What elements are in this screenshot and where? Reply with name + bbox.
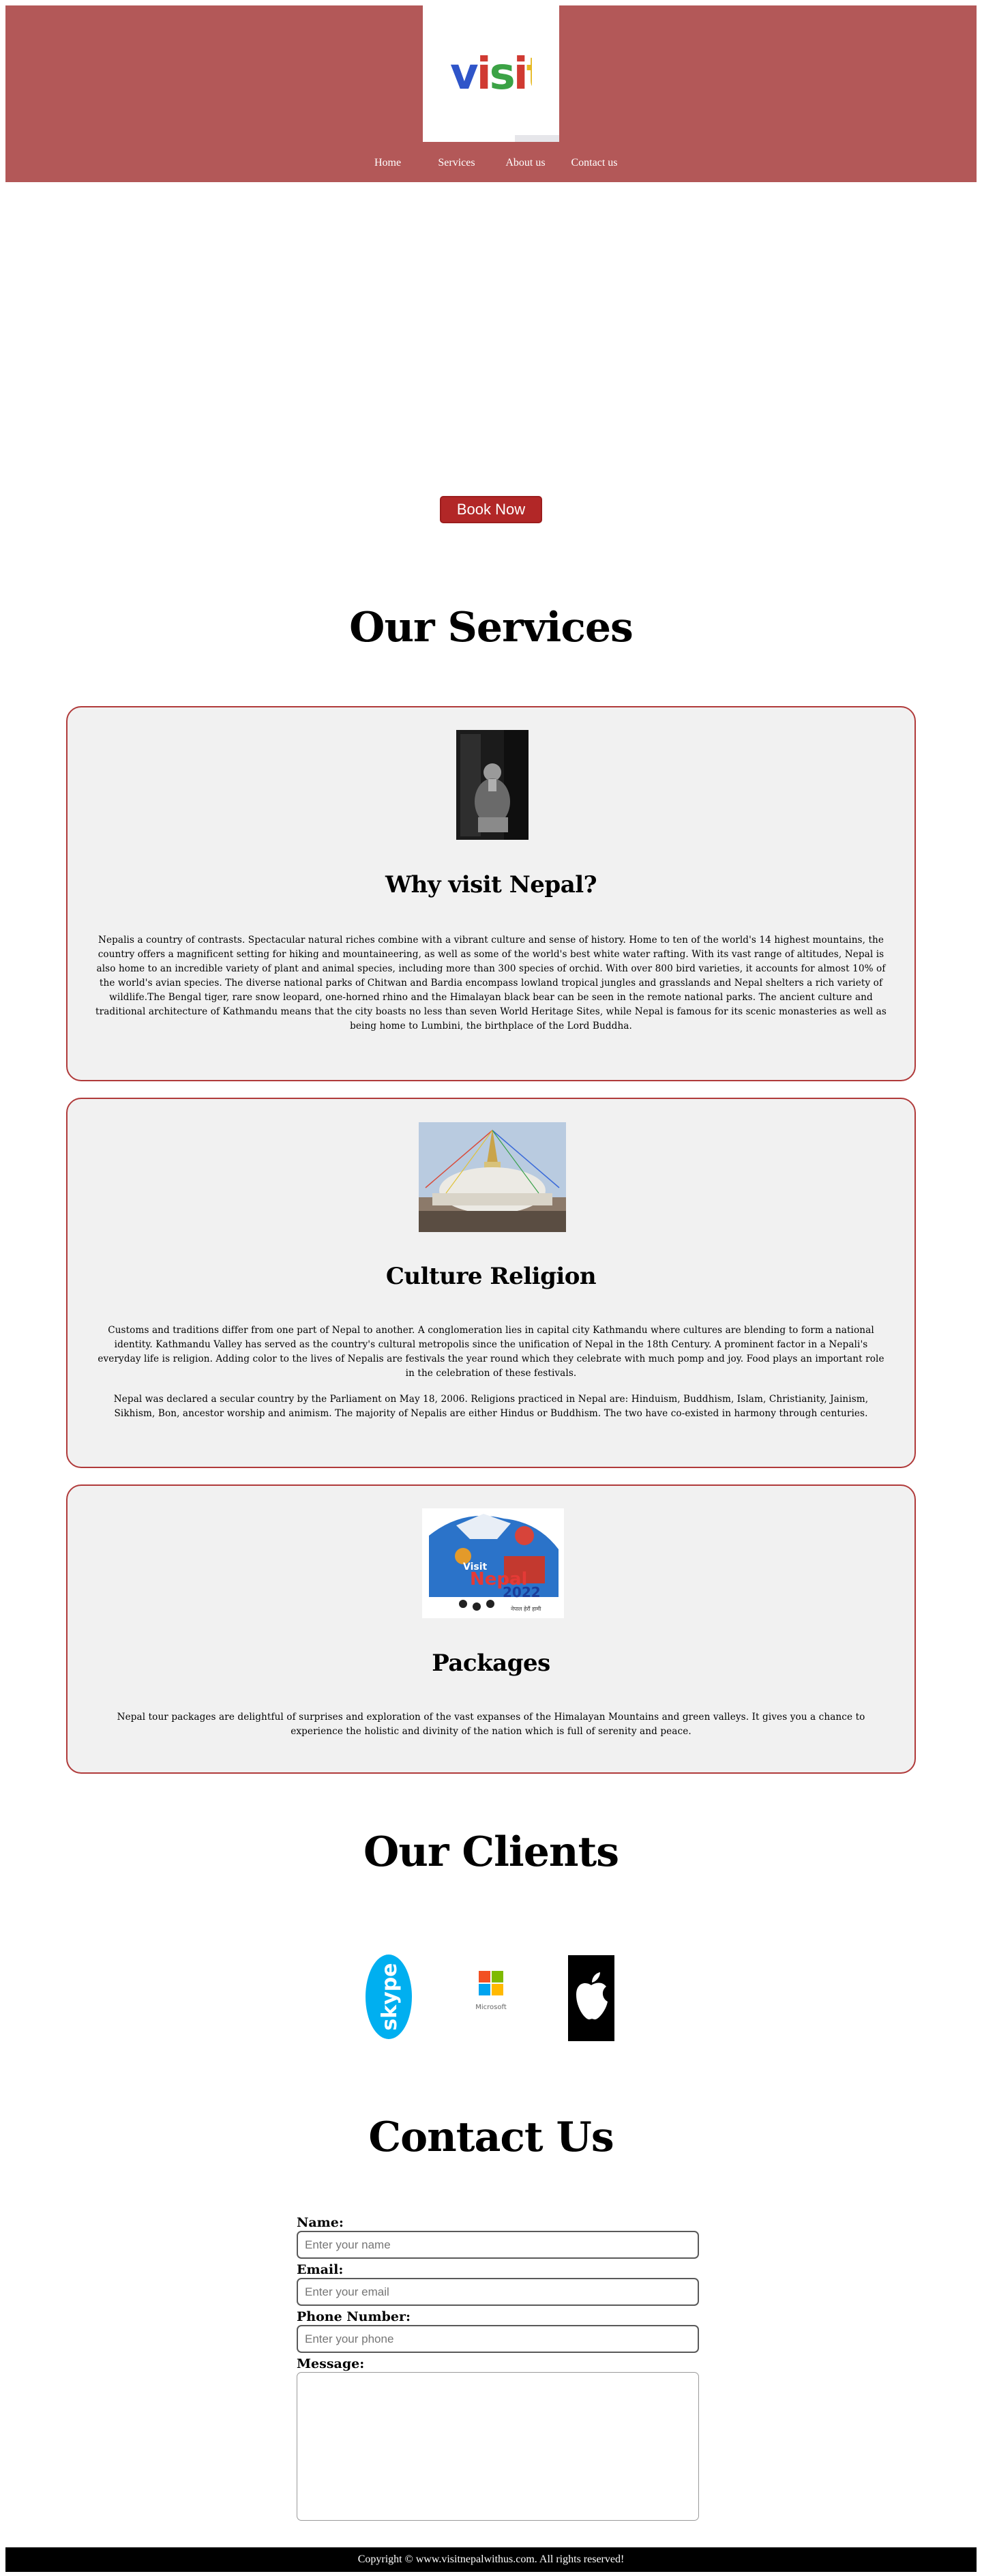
email-label: Email: — [297, 2262, 344, 2277]
visit-logo-icon: visit — [450, 49, 532, 100]
contact-title: Contact Us — [368, 2113, 614, 2161]
card-text: Nepalis a country of contrasts. Spectacu… — [95, 935, 887, 1031]
card-text: Nepal tour packages are delightful of su… — [117, 1712, 865, 1737]
email-input[interactable] — [297, 2278, 699, 2306]
nav-services[interactable]: Services — [422, 157, 491, 173]
card-text-2: Nepal was declared a secular country by … — [113, 1394, 869, 1419]
poster-year-text: 2022 — [503, 1584, 541, 1600]
nav-about-us[interactable]: About us — [491, 157, 560, 173]
svg-text:Microsoft: Microsoft — [475, 2004, 507, 2011]
contact-form: Name: Email: Phone Number: Message: — [297, 2214, 699, 2521]
service-card-culture-religion: Culture Religion Customs and traditions … — [66, 1098, 916, 1468]
main-nav: Home Services About us Contact us — [5, 157, 977, 173]
name-input[interactable] — [297, 2231, 699, 2259]
sadhu-photo — [456, 730, 529, 840]
poster-tagline-text: नेपाल हेरौं हामी — [511, 1605, 541, 1612]
book-now-button[interactable]: Book Now — [440, 496, 542, 523]
svg-text:visit: visit — [450, 49, 532, 100]
service-card-why-visit: Why visit Nepal? Nepalis a country of co… — [66, 706, 916, 1081]
card-text: Customs and traditions differ from one p… — [98, 1325, 884, 1379]
logo[interactable]: visit — [423, 5, 559, 142]
site-footer: Copyright © www.visitnepalwithus.com. Al… — [5, 2547, 977, 2572]
logo-caption-strip — [515, 135, 559, 142]
name-label: Name: — [297, 2215, 344, 2230]
phone-input[interactable] — [297, 2325, 699, 2353]
card-title: Culture Religion — [385, 1263, 597, 1290]
card-title: Packages — [432, 1650, 550, 1677]
message-label: Message: — [297, 2356, 365, 2371]
phone-label: Phone Number: — [297, 2309, 411, 2324]
microsoft-logo-icon[interactable]: Microsoft — [474, 1967, 508, 2018]
apple-logo-icon[interactable] — [568, 1955, 614, 2041]
service-card-packages: Visit Nepal 2022 नेपाल हेरौं हामी Packag… — [66, 1484, 916, 1774]
svg-text:skype: skype — [378, 1963, 402, 2030]
skype-logo-icon[interactable]: skype — [364, 1952, 413, 2041]
clients-title: Our Clients — [363, 1828, 619, 1876]
message-textarea[interactable] — [297, 2372, 699, 2521]
nav-home[interactable]: Home — [353, 157, 422, 173]
stupa-photo — [419, 1122, 566, 1232]
visit-nepal-2022-poster: Visit Nepal 2022 नेपाल हेरौं हामी — [422, 1508, 564, 1618]
nav-contact-us[interactable]: Contact us — [560, 157, 629, 173]
site-header: visit Home Services About us Contact us — [5, 5, 977, 182]
services-title: Our Services — [349, 604, 634, 652]
card-title: Why visit Nepal? — [385, 871, 597, 898]
